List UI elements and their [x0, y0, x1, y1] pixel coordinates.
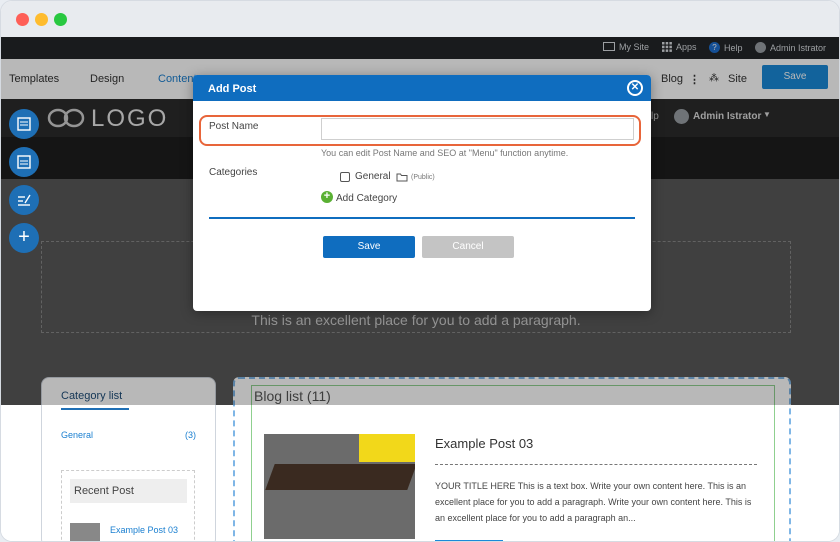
browser-window: My Site Apps ? Help Admin Istrator Templ…	[0, 0, 840, 542]
dialog-divider	[209, 217, 635, 219]
close-icon[interactable]: ✕	[627, 80, 643, 96]
post-thumbnail-accent	[359, 434, 415, 462]
category-item-count: (3)	[185, 430, 196, 440]
sidebar-item-page[interactable]	[9, 147, 39, 177]
dialog-title: Add Post	[208, 83, 257, 95]
add-post-dialog: Add Post ✕ Post Name You can edit Post N…	[193, 75, 651, 311]
dialog-cancel-button[interactable]: Cancel	[422, 236, 514, 258]
post-thumbnail-table	[265, 464, 415, 490]
dialog-save-button[interactable]: Save	[323, 236, 415, 258]
post-name-label: Post Name	[209, 121, 259, 132]
recent-post-thumbnail	[70, 523, 100, 541]
post-excerpt: YOUR TITLE HERE This is a text box. Writ…	[435, 481, 752, 523]
editor-stage: My Site Apps ? Help Admin Istrator Templ…	[1, 37, 839, 541]
window-titlebar	[1, 1, 839, 37]
minimize-window-icon[interactable]	[35, 13, 48, 26]
category-item-general[interactable]: General	[61, 430, 93, 440]
recent-post-box: Recent Post Example Post 03	[61, 470, 195, 541]
folder-icon	[396, 173, 408, 182]
recent-post-title: Recent Post	[70, 479, 187, 503]
add-category-link[interactable]: Add Category	[336, 193, 397, 204]
add-category-icon[interactable]: +	[321, 191, 333, 203]
dialog-header: Add Post	[193, 75, 651, 101]
blog-list-frame: Blog list (11) Example Post 03 YOUR TITL…	[251, 385, 775, 541]
category-title-underline	[61, 408, 129, 410]
sidebar-item-layout[interactable]	[9, 109, 39, 139]
recent-post-link[interactable]: Example Post 03	[110, 525, 178, 535]
post-thumbnail[interactable]	[264, 434, 415, 539]
sidebar-item-edit[interactable]	[9, 185, 39, 215]
close-window-icon[interactable]	[16, 13, 29, 26]
post-name-input[interactable]	[321, 118, 634, 140]
categories-label: Categories	[209, 167, 258, 178]
category-general-checkbox[interactable]	[340, 172, 350, 182]
post-title[interactable]: Example Post 03	[435, 436, 533, 451]
post-name-hint: You can edit Post Name and SEO at "Menu"…	[321, 148, 569, 158]
category-general-label: General	[355, 171, 391, 182]
edit-list-icon	[18, 194, 31, 206]
layout-icon	[17, 117, 31, 131]
page-icon	[17, 155, 31, 169]
add-element-icon[interactable]: +	[9, 223, 39, 253]
maximize-window-icon[interactable]	[54, 13, 67, 26]
post-divider	[435, 464, 757, 465]
category-public-label: (Public)	[411, 174, 435, 181]
